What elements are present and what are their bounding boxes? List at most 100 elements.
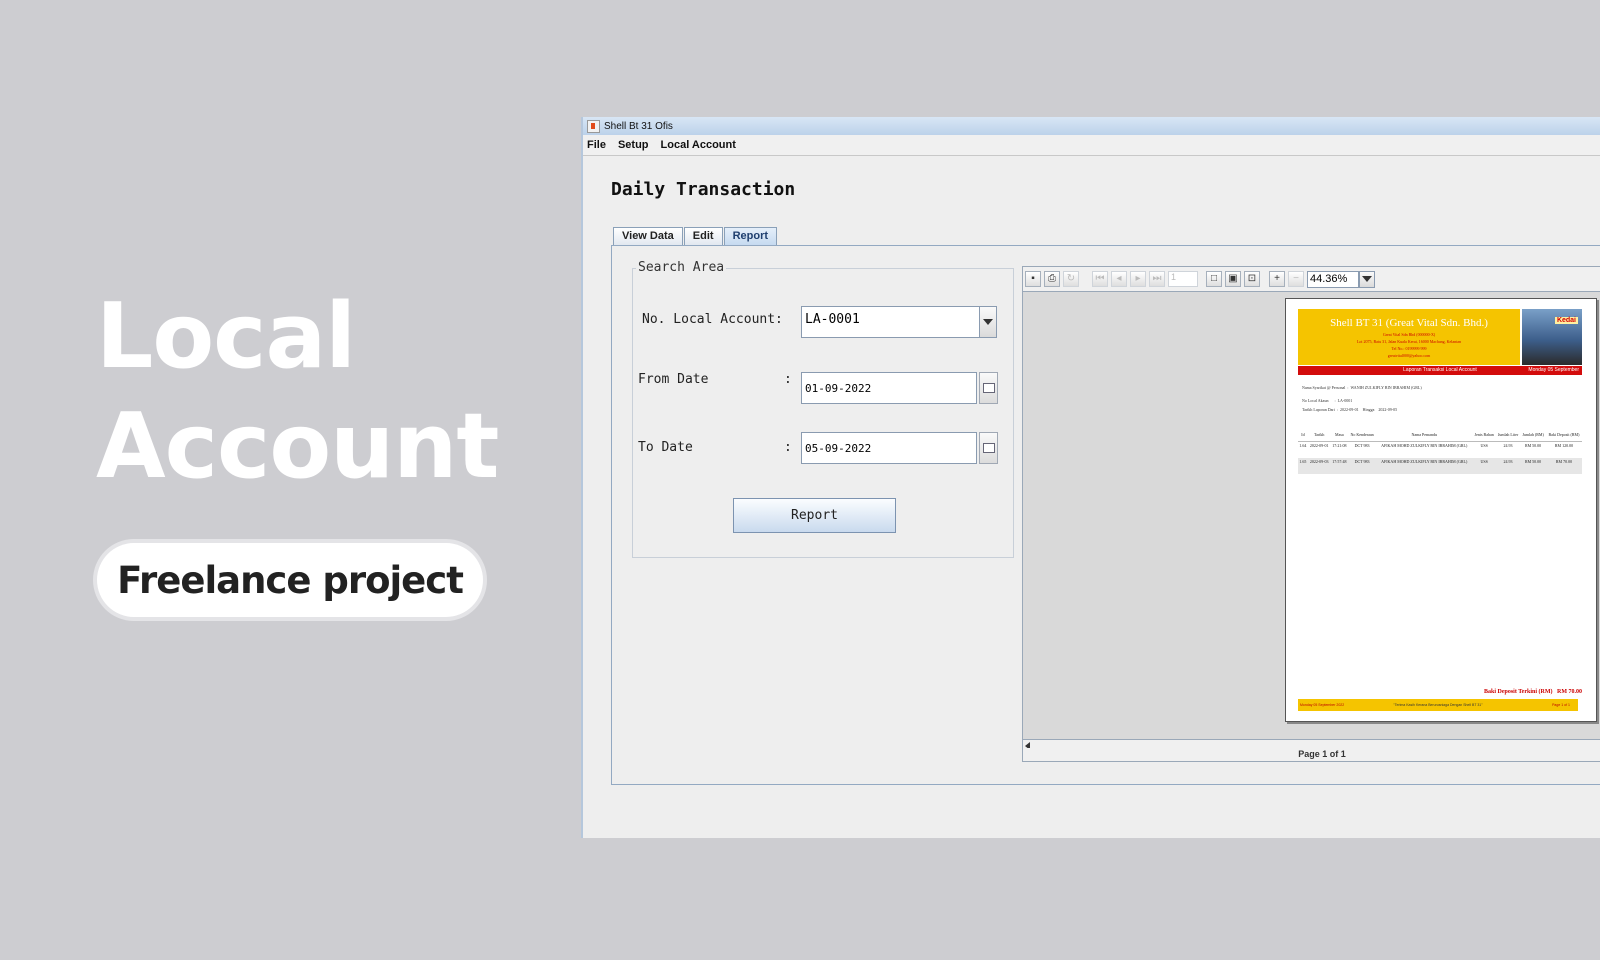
menu-local-account[interactable]: Local Account bbox=[661, 139, 736, 151]
total-label: Baki Deposit Terkini (RM) bbox=[1483, 689, 1553, 695]
address-line: Great Vital Sdn Bhd (000000-X) bbox=[1382, 332, 1436, 337]
page-number-input[interactable]: 1 bbox=[1168, 271, 1198, 287]
first-page-icon[interactable]: ⏮ bbox=[1092, 271, 1108, 287]
table-cell: RM 50.00 bbox=[1524, 443, 1542, 448]
reload-icon[interactable]: ↻ bbox=[1063, 271, 1079, 287]
viewer-canvas: Shell BT 31 (Great Vital Sdn. Bhd.) Grea… bbox=[1023, 291, 1600, 740]
from-date-label: From Date bbox=[638, 372, 709, 387]
table-cell: 17:21:08 bbox=[1332, 443, 1347, 448]
column-header: Nama Pemandu bbox=[1375, 427, 1473, 442]
table-cell: AFIKAH MOHD ZULKIFLY BIN IBRAHIM (GRL) bbox=[1381, 443, 1468, 448]
column-header: Id bbox=[1298, 427, 1308, 442]
zoom-combo[interactable]: 44.36% bbox=[1307, 270, 1359, 288]
address-line: Lot 2075, Batu 31, Jalan Kuala Kerai, 16… bbox=[1356, 339, 1462, 344]
window-titlebar: Shell Bt 31 Ofis bbox=[583, 117, 1600, 135]
report-banner-date: Monday 05 September bbox=[1528, 367, 1579, 373]
table-cell: 2022-09-01 bbox=[1309, 443, 1329, 448]
info-date-to: 2022-09-05 bbox=[1378, 407, 1398, 412]
tab-report[interactable]: Report bbox=[723, 227, 778, 245]
column-header: Jumlah (RM) bbox=[1520, 427, 1546, 442]
account-dropdown-button[interactable] bbox=[979, 306, 997, 338]
table-cell: 2022-09-03 bbox=[1307, 458, 1331, 474]
fit-width-icon[interactable]: ⊡ bbox=[1244, 271, 1260, 287]
to-date-field[interactable]: 05-09-2022 bbox=[801, 432, 977, 464]
info-account-value: LA-0001 bbox=[1337, 398, 1353, 403]
actual-size-icon[interactable]: □ bbox=[1206, 271, 1222, 287]
column-header: No Kenderaan bbox=[1348, 427, 1376, 442]
table-cell: 24.93 bbox=[1495, 458, 1521, 474]
report-banner: Laporan Transaksi Local Account Monday 0… bbox=[1298, 366, 1582, 375]
info-date-to-label: Hingga bbox=[1362, 407, 1375, 412]
calendar-icon bbox=[982, 383, 995, 393]
column-header: Jenis Bahan bbox=[1472, 427, 1496, 442]
print-icon[interactable]: ⎙ bbox=[1044, 271, 1060, 287]
report-company-name: Shell BT 31 (Great Vital Sdn. Bhd.) bbox=[1330, 317, 1488, 329]
menu-file[interactable]: File bbox=[587, 139, 606, 151]
info-account-row: No Local Akaun : LA-0001 bbox=[1302, 398, 1353, 403]
info-name-label: Nama Syarikat @ Personal bbox=[1302, 385, 1346, 390]
info-name-row: Nama Syarikat @ Personal : WANIH ZULKIFL… bbox=[1302, 385, 1422, 390]
report-total: Baki Deposit Terkini (RM) RM 70.00 bbox=[1484, 689, 1582, 695]
calendar-icon bbox=[982, 443, 995, 453]
last-page-icon[interactable]: ⏭ bbox=[1149, 271, 1165, 287]
to-date-picker-button[interactable] bbox=[979, 432, 998, 464]
tab-edit[interactable]: Edit bbox=[683, 227, 723, 245]
from-date-picker-button[interactable] bbox=[979, 372, 998, 404]
report-button[interactable]: Report bbox=[733, 498, 896, 533]
table-cell: RM 70.00 bbox=[1545, 458, 1582, 474]
fit-page-icon[interactable]: ▣ bbox=[1225, 271, 1241, 287]
zoom-dropdown-button[interactable] bbox=[1359, 270, 1375, 288]
page-title: Daily Transaction bbox=[611, 179, 796, 200]
address-line: greatvital000@yahoo.com bbox=[1387, 353, 1431, 358]
info-account-label: No Local Akaun bbox=[1302, 398, 1329, 403]
table-cell: USS bbox=[1480, 443, 1488, 448]
from-date-field[interactable]: 01-09-2022 bbox=[801, 372, 977, 404]
to-date-colon: : bbox=[784, 440, 792, 455]
info-name-value: WANIH ZULKIFLY BIN IBRAHIM (GRL) bbox=[1350, 385, 1422, 390]
shop-photo: Kedai bbox=[1522, 309, 1582, 365]
account-combo[interactable]: LA-0001 bbox=[801, 306, 981, 338]
tab-bar: View Data Edit Report bbox=[613, 227, 778, 245]
from-date-colon: : bbox=[784, 372, 792, 387]
table-cell: AFIKAH MOHD ZULKIFLY BIN IBRAHIM (GRL) bbox=[1375, 458, 1473, 474]
info-date-from: 2022-09-01 bbox=[1339, 407, 1359, 412]
hero-title-line1: Local bbox=[96, 284, 356, 389]
address-line: Tel No.: 0199999 999 bbox=[1391, 346, 1427, 351]
table-cell: DCT 983 bbox=[1348, 458, 1376, 474]
next-page-icon[interactable]: ▸ bbox=[1130, 271, 1146, 287]
table-cell: RM 50.00 bbox=[1520, 458, 1546, 474]
column-header: Jumlah Liter bbox=[1495, 427, 1521, 442]
search-area-legend: Search Area bbox=[636, 260, 727, 275]
app-window: Shell Bt 31 Ofis File Setup Local Accoun… bbox=[581, 117, 1600, 838]
zoom-out-icon[interactable]: − bbox=[1288, 271, 1304, 287]
table-row: 1.64 2022-09-01 17:21:08 DCT 983 AFIKAH … bbox=[1298, 442, 1582, 459]
column-header: Masa bbox=[1330, 427, 1349, 442]
info-date-label: Tarikh Laporan Dari bbox=[1302, 407, 1335, 412]
save-icon[interactable]: ▪ bbox=[1025, 271, 1041, 287]
report-tab-panel: Search Area No. Local Account: LA-0001 F… bbox=[611, 245, 1600, 785]
hero-title: Local Account bbox=[96, 282, 499, 502]
java-app-icon bbox=[587, 119, 600, 133]
menu-setup[interactable]: Setup bbox=[618, 139, 649, 151]
shop-sign: Kedai bbox=[1554, 317, 1578, 324]
info-date-row: Tarikh Laporan Dari : 2022-09-01 Hingga … bbox=[1302, 407, 1398, 412]
report-page: Shell BT 31 (Great Vital Sdn. Bhd.) Grea… bbox=[1285, 298, 1597, 722]
viewer-status: Page 1 of 1 bbox=[1023, 748, 1600, 761]
table-cell: RM 120.00 bbox=[1554, 443, 1574, 448]
zoom-in-icon[interactable]: + bbox=[1269, 271, 1285, 287]
to-date-label: To Date bbox=[638, 440, 693, 455]
column-header: Baki Deposit (RM) bbox=[1545, 427, 1582, 442]
previous-page-icon[interactable]: ◂ bbox=[1111, 271, 1127, 287]
report-table-header: Id Tarikh Masa No Kenderaan Nama Pemandu… bbox=[1298, 427, 1582, 442]
tab-view-data[interactable]: View Data bbox=[613, 227, 683, 245]
chevron-down-icon bbox=[1362, 276, 1372, 282]
table-cell: DCT 983 bbox=[1354, 443, 1370, 448]
hero-title-line2: Account bbox=[96, 394, 499, 499]
report-footer: Monday 05 September 2022 "Terima Kasih K… bbox=[1298, 699, 1578, 711]
footer-page: Page 1 of 1 bbox=[1552, 703, 1570, 707]
report-viewer: ▪ ⎙ ↻ ⏮ ◂ ▸ ⏭ 1 □ ▣ ⊡ + − 44.36% Shell B… bbox=[1022, 266, 1600, 762]
window-title: Shell Bt 31 Ofis bbox=[604, 120, 673, 132]
table-row: 1.65 2022-09-03 17:57:48 DCT 983 AFIKAH … bbox=[1298, 458, 1582, 474]
table-cell: 1.65 bbox=[1298, 458, 1308, 474]
table-cell: USS bbox=[1472, 458, 1496, 474]
